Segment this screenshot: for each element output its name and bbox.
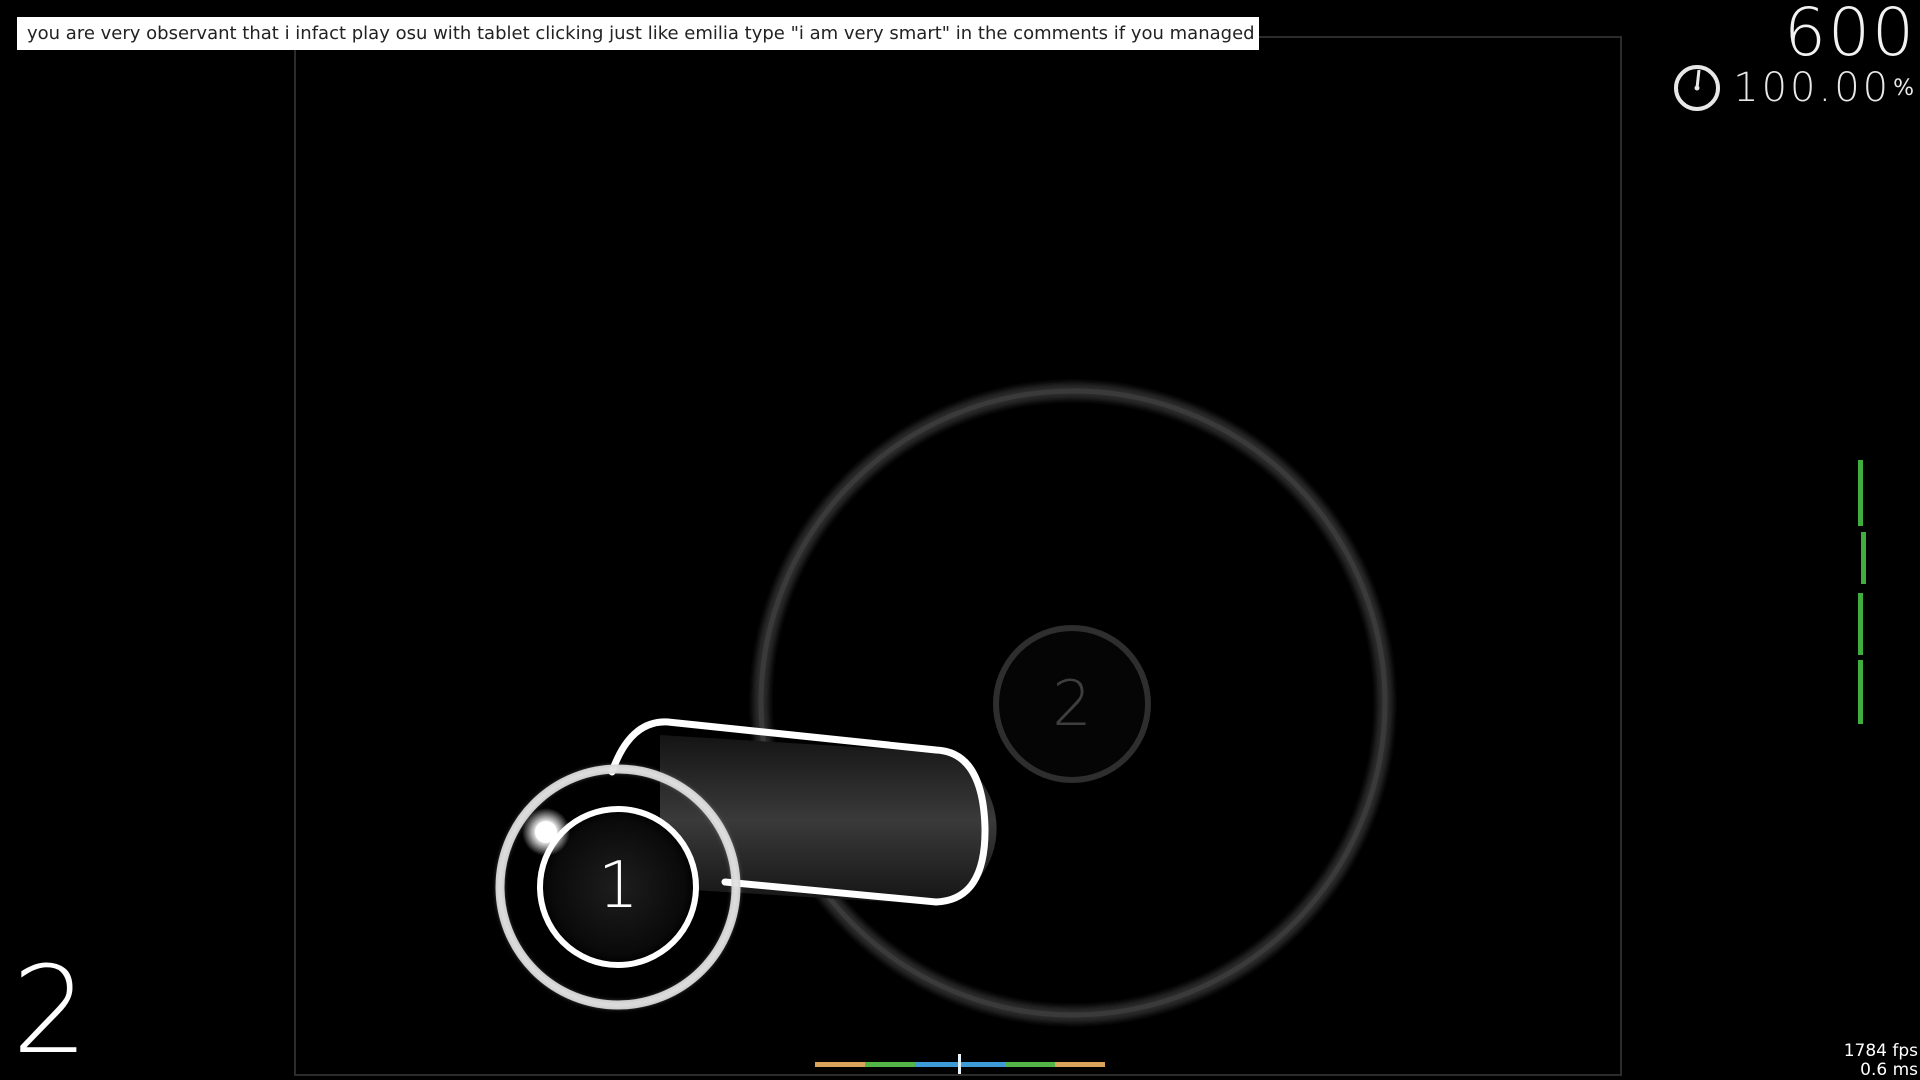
hp-segment [1858,660,1863,724]
game-stage[interactable]: 1 2 you are very observant that i infact… [0,0,1920,1080]
score-display: 600 [1784,0,1916,71]
comment-overlay: you are very observant that i infact pla… [17,17,1259,50]
combo-counter: 2 [12,942,89,1080]
fps-value: 1784 fps [1843,1041,1918,1061]
hit-error-meter [815,1054,1105,1074]
hp-segment [1861,532,1866,584]
hit-circle-2-number: 2 [1052,667,1092,740]
hp-segment [1858,593,1863,655]
hit-circle-1-number: 1 [598,849,639,923]
hp-bar-indicator [1852,460,1872,730]
cursor-glow [522,808,570,856]
hit-error-tick [958,1054,961,1074]
playfield-canvas[interactable] [0,0,1920,1080]
accuracy-value: 100.00 [1733,65,1892,111]
accuracy-display: 100.00 % [1693,64,1914,112]
hp-segment [1858,460,1863,526]
frame-time-value: 0.6 ms [1860,1060,1918,1080]
fps-counter: 1784 fps 0.6 ms [1844,1042,1918,1080]
accuracy-unit: % [1893,75,1914,101]
